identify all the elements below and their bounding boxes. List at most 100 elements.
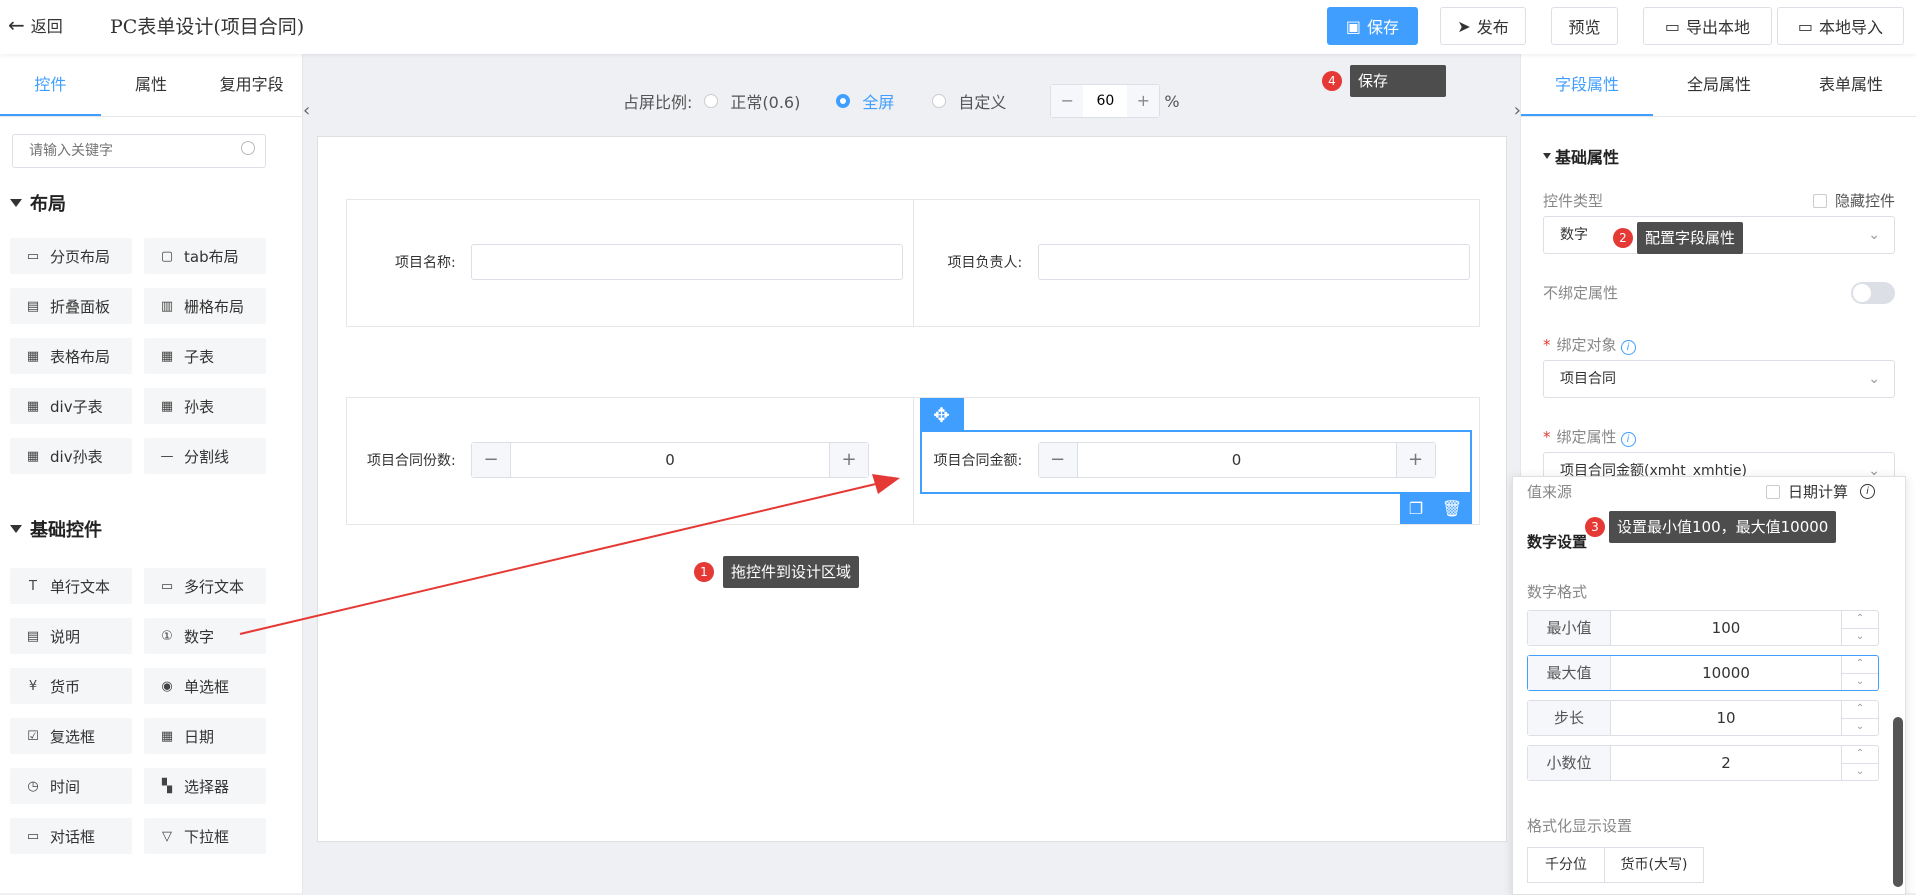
form-cell-selected[interactable]: ✥ 项目合同金额: − 0 + ❐ 🗑 (912, 398, 1480, 524)
component-subtable[interactable]: ▦ 子表 (144, 338, 266, 374)
component-label: 复选框 (50, 727, 96, 746)
min-value-input[interactable]: 100 (1611, 611, 1841, 645)
dialog-icon: ▭ (26, 828, 40, 844)
form-cell[interactable]: 项目合同份数: − 0 + (347, 398, 913, 524)
publish-button[interactable]: ➤ 发布 (1440, 7, 1526, 45)
radio-fullscreen[interactable] (836, 94, 851, 108)
description-icon: ▤ (26, 628, 40, 644)
basic-section-title[interactable]: 基础控件 (10, 516, 102, 542)
decimal-field: 小数位 2 ⌃ ⌄ (1527, 745, 1879, 781)
delete-icon[interactable]: 🗑 (1442, 499, 1462, 518)
component-clock[interactable]: ◷ 时间 (10, 768, 132, 804)
step-input[interactable]: 10 (1611, 701, 1841, 735)
tab-form-properties[interactable]: 表单属性 (1785, 54, 1916, 116)
hide-control-option[interactable]: 隐藏控件 (1812, 190, 1895, 211)
preview-button[interactable]: 预览 (1551, 7, 1618, 45)
panel-scrollbar[interactable] (1893, 717, 1903, 887)
tab-properties[interactable]: 属性 (101, 54, 202, 116)
contract-amount-value[interactable]: 0 (1078, 443, 1396, 477)
unbind-toggle[interactable] (1851, 282, 1895, 304)
import-local-button[interactable]: ▭ 本地导入 (1777, 7, 1904, 45)
component-tab-layout[interactable]: ▢ tab布局 (144, 238, 266, 274)
search-input[interactable] (27, 142, 231, 160)
value-source-label: 值来源 (1527, 483, 1573, 501)
hide-control-label: 隐藏控件 (1834, 192, 1895, 210)
component-calendar[interactable]: ▦ 日期 (144, 718, 266, 754)
component-label: 分割线 (184, 447, 230, 466)
max-spinner[interactable]: ⌃ ⌄ (1841, 656, 1878, 690)
component-currency[interactable]: ¥ 货币 (10, 668, 132, 704)
decrement-button[interactable]: − (1038, 443, 1078, 477)
component-description[interactable]: ▤ 说明 (10, 618, 132, 654)
radio-normal[interactable] (704, 94, 719, 108)
component-number[interactable]: ① 数字 (144, 618, 266, 654)
export-label: 导出本地 (1686, 18, 1751, 37)
basic-attr-title[interactable]: 基础属性 (1543, 144, 1619, 168)
decimal-spinner[interactable]: ⌃ ⌄ (1841, 746, 1878, 780)
date-calc-checkbox[interactable] (1765, 484, 1780, 499)
project-name-input[interactable] (471, 244, 903, 280)
currency-uppercase-button[interactable]: 货币(大写) (1604, 847, 1704, 883)
zoom-input[interactable] (1083, 85, 1128, 117)
contract-count-value[interactable]: 0 (511, 443, 829, 477)
zoom-minus-button[interactable]: − (1051, 85, 1084, 117)
component-div-grandchild-table[interactable]: ▦ div孙表 (10, 438, 132, 474)
component-grid-layout[interactable]: ▥ 栅格布局 (144, 288, 266, 324)
component-radio[interactable]: ◉ 单选框 (144, 668, 266, 704)
folder-open-icon: ▭ (1797, 16, 1814, 36)
increment-button[interactable]: + (829, 443, 868, 477)
divider-icon: — (160, 448, 174, 464)
component-single-text[interactable]: T 单行文本 (10, 568, 132, 604)
hide-control-checkbox[interactable] (1812, 193, 1827, 208)
component-checkbox[interactable]: ☑ 复选框 (10, 718, 132, 754)
min-spinner[interactable]: ⌃ ⌄ (1841, 611, 1878, 645)
component-collapse-panel[interactable]: ▤ 折叠面板 (10, 288, 132, 324)
back-button[interactable]: ← 返回 (8, 13, 63, 37)
collapse-panel-icon: ▤ (26, 298, 40, 314)
project-owner-input[interactable] (1037, 244, 1470, 280)
date-calc-option[interactable]: 日期计算 i (1765, 481, 1875, 502)
component-selector[interactable]: ▚ 选择器 (144, 768, 266, 804)
component-label: 多行文本 (184, 577, 245, 596)
component-label: 分页布局 (50, 247, 111, 266)
collapse-left-icon[interactable]: ‹ (303, 100, 310, 121)
selector-icon: ▚ (162, 778, 172, 794)
tab-controls[interactable]: 控件 (0, 54, 101, 116)
step-badge-3: 3 (1585, 517, 1605, 537)
export-local-button[interactable]: ▭ 导出本地 (1643, 7, 1772, 45)
number-settings-title: 数字设置 (1527, 533, 1588, 551)
form-cell[interactable]: 项目名称: (347, 200, 913, 326)
zoom-plus-button[interactable]: + (1127, 85, 1160, 117)
copy-icon[interactable]: ❐ (1409, 499, 1423, 518)
component-divider[interactable]: — 分割线 (144, 438, 266, 474)
tab-layout-icon: ▢ (160, 248, 174, 264)
component-multi-text[interactable]: ▭ 多行文本 (144, 568, 266, 604)
tooltip-min-max: 设置最小值100，最大值10000 (1609, 511, 1837, 543)
component-page-layout[interactable]: ▭ 分页布局 (10, 238, 132, 274)
max-value-input[interactable]: 10000 (1611, 656, 1841, 690)
component-dropdown[interactable]: ▽ 下拉框 (144, 818, 266, 854)
layout-section-title[interactable]: 布局 (10, 190, 66, 216)
radio-icon: ◉ (161, 678, 173, 694)
component-table-layout[interactable]: ▦ 表格布局 (10, 338, 132, 374)
tab-global-properties[interactable]: 全局属性 (1653, 54, 1785, 116)
decimal-input[interactable]: 2 (1611, 746, 1841, 780)
bind-object-select[interactable]: 项目合同 ⌄ (1543, 360, 1895, 398)
component-div-subtable[interactable]: ▦ div子表 (10, 388, 132, 424)
component-grandchild-table[interactable]: ▦ 孙表 (144, 388, 266, 424)
page-title: PC表单设计(项目合同) (110, 16, 305, 38)
left-tabs: 控件 属性 复用字段 (0, 54, 302, 117)
form-cell[interactable]: 项目负责人: (912, 200, 1480, 326)
step-spinner[interactable]: ⌃ ⌄ (1841, 701, 1878, 735)
min-value-field: 最小值 100 ⌃ ⌄ (1527, 610, 1879, 646)
tab-field-properties[interactable]: 字段属性 (1521, 54, 1653, 116)
thousands-separator-button[interactable]: 千分位 (1527, 847, 1605, 883)
form-canvas[interactable]: 项目名称: 项目负责人: 项目合同份数: − 0 + ✥ 项目合同金额: − 0… (317, 136, 1507, 842)
tab-reuse-fields[interactable]: 复用字段 (201, 54, 302, 116)
radio-custom[interactable] (932, 94, 947, 108)
save-button[interactable]: ▣ 保存 (1327, 7, 1418, 45)
component-dialog[interactable]: ▭ 对话框 (10, 818, 132, 854)
increment-button[interactable]: + (1395, 443, 1435, 477)
move-icon[interactable]: ✥ (919, 398, 964, 432)
decrement-button[interactable]: − (472, 443, 511, 477)
